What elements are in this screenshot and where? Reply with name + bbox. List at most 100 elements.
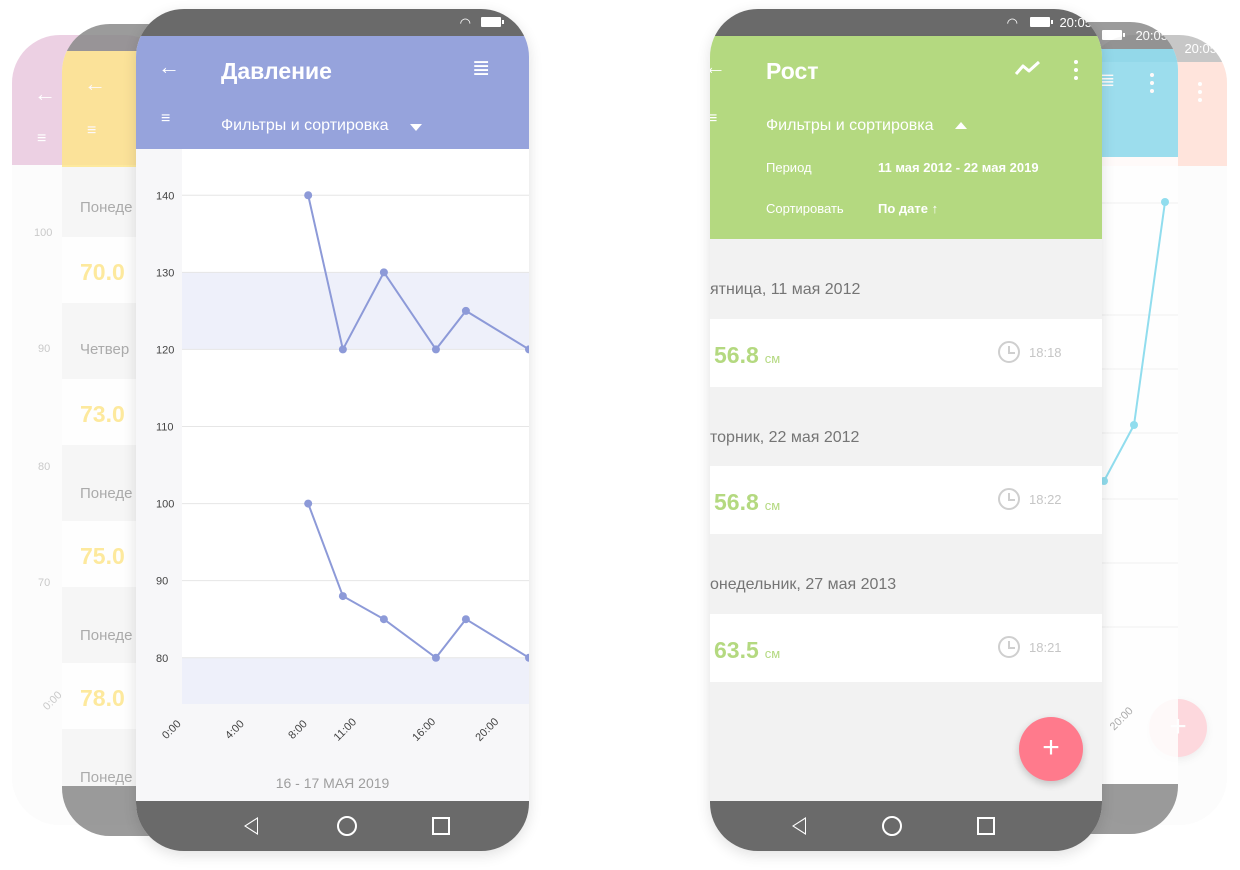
y-tick-label: 130 xyxy=(156,267,174,279)
entry-value: 63.5 см xyxy=(714,637,780,664)
growth-list: ятница, 11 мая 2012 56.8 см 18:18 торник,… xyxy=(710,239,1102,801)
phone-pressure: ◠ ← Давление ≣ ≡ Фильтры и сортировка 14… xyxy=(136,9,529,851)
filter-icon[interactable]: ≡ xyxy=(161,111,170,127)
normal-range-band xyxy=(182,657,529,704)
x-tick-label: 20:00 xyxy=(473,716,501,744)
period-label: Период xyxy=(766,160,812,175)
y-tick-label: 80 xyxy=(156,653,168,665)
entry-time: 18:21 xyxy=(1029,640,1062,655)
status-time: 20:05 xyxy=(1184,41,1217,56)
chevron-up-icon[interactable] xyxy=(955,122,967,129)
more-icon[interactable] xyxy=(1150,73,1154,93)
more-icon[interactable] xyxy=(1074,60,1078,80)
list-view-icon[interactable]: ≣ xyxy=(472,57,490,79)
nav-back-icon[interactable] xyxy=(792,817,806,835)
x-tick-label: 8:00 xyxy=(286,718,310,742)
filter-icon[interactable]: ≡ xyxy=(37,131,46,147)
growth-toolbar: ← Рост ≡ Фильтры и сортировка Период 11 … xyxy=(710,36,1102,239)
list-item[interactable]: 56.8 см 18:22 xyxy=(710,466,1102,534)
battery-icon xyxy=(1102,30,1125,40)
data-point xyxy=(304,191,313,200)
battery-icon xyxy=(1030,17,1053,27)
data-point xyxy=(304,499,313,508)
add-button[interactable]: + xyxy=(1019,717,1083,781)
filters-toggle[interactable]: Фильтры и сортировка xyxy=(766,117,934,135)
entry-unit: см xyxy=(764,498,781,513)
list-item[interactable]: 63.5 см 18:21 xyxy=(710,614,1102,682)
clock-icon xyxy=(998,341,1020,363)
entry-time: 18:18 xyxy=(1029,345,1062,360)
entry-number: 63.5 xyxy=(714,637,759,663)
data-point xyxy=(431,653,440,662)
day-header: ятница, 11 мая 2012 xyxy=(710,281,861,298)
status-time: 20:05 xyxy=(1135,28,1168,43)
entry-number: 56.8 xyxy=(714,489,759,515)
x-tick-label: 11:00 xyxy=(332,716,359,743)
app-showcase: ← ≡ 100 90 80 70 0:00 ← ≡ Понеде 70.0 Че… xyxy=(0,0,1240,870)
entry-value: 56.8 см xyxy=(714,342,780,369)
data-point xyxy=(1161,198,1169,206)
back-arrow-icon[interactable]: ← xyxy=(158,56,180,78)
entry-unit: см xyxy=(764,351,781,366)
nav-back-icon[interactable] xyxy=(244,817,258,835)
axis-tick: 100 xyxy=(34,227,53,239)
day-header: Понеде xyxy=(80,199,133,216)
wifi-icon: ◠ xyxy=(459,15,471,30)
day-header: Понеде xyxy=(80,485,133,502)
day-header: Понеде xyxy=(80,769,133,786)
page-title: Давление xyxy=(221,58,332,84)
entry-number: 56.8 xyxy=(714,342,759,368)
data-point xyxy=(461,306,470,315)
battery-icon xyxy=(481,17,504,27)
list-view-icon[interactable]: ≣ xyxy=(1100,71,1115,89)
clock-icon xyxy=(998,636,1020,658)
chevron-down-icon[interactable] xyxy=(410,124,422,131)
value: 75.0 xyxy=(80,543,125,569)
value: 78.0 xyxy=(80,685,125,711)
axis-tick: 70 xyxy=(38,577,51,589)
day-header: торник, 22 мая 2012 xyxy=(710,429,860,446)
period-value[interactable]: 11 мая 2012 - 22 мая 2019 xyxy=(878,160,1039,175)
back-arrow-icon[interactable]: ← xyxy=(84,73,106,95)
y-tick-label: 140 xyxy=(156,190,174,202)
data-point xyxy=(1130,421,1138,429)
nav-recent-icon[interactable] xyxy=(977,817,995,835)
sort-value[interactable]: По дате ↑ xyxy=(878,201,938,216)
status-bar: ◠ xyxy=(136,9,529,36)
axis-tick: 0:00 xyxy=(40,689,65,713)
axis-tick: 90 xyxy=(38,343,51,355)
data-point xyxy=(338,345,347,354)
nav-home-icon[interactable] xyxy=(337,816,357,836)
x-tick-label: 0:00 xyxy=(160,718,184,742)
status-time: 20:05 xyxy=(1059,15,1092,30)
value: 70.0 xyxy=(80,259,125,285)
normal-range-band xyxy=(182,272,529,350)
back-arrow-icon[interactable]: ← xyxy=(34,83,56,105)
back-arrow-icon[interactable]: ← xyxy=(710,56,726,78)
y-tick-label: 90 xyxy=(156,576,168,588)
chart-period-label: 16 - 17 МАЯ 2019 xyxy=(275,775,390,791)
y-tick-label: 110 xyxy=(156,422,174,434)
wifi-icon: ◠ xyxy=(1006,15,1018,30)
pressure-chart: 140 130 120 110 100 90 80 0:00 4:00 8:00 11:00 16:0… xyxy=(156,149,529,744)
day-header: онедельник, 27 мая 2013 xyxy=(710,576,897,593)
entry-value: 56.8 см xyxy=(714,489,780,516)
data-point xyxy=(379,268,388,277)
clock-icon xyxy=(998,488,1020,510)
filter-icon[interactable]: ≡ xyxy=(710,111,717,127)
y-tick-label: 100 xyxy=(156,499,174,511)
list-item[interactable]: 56.8 см 18:18 xyxy=(710,319,1102,387)
filters-toggle[interactable]: Фильтры и сортировка xyxy=(221,117,389,135)
nav-home-icon[interactable] xyxy=(882,816,902,836)
pressure-toolbar: ← Давление ≣ ≡ Фильтры и сортировка xyxy=(136,36,529,149)
x-tick-label: 16:00 xyxy=(410,716,438,744)
pressure-chart-panel: 140 130 120 110 100 90 80 0:00 4:00 8:00 11:00 16:0… xyxy=(136,149,529,809)
filter-icon[interactable]: ≡ xyxy=(87,123,96,139)
data-point xyxy=(338,592,347,601)
day-header: Четвер xyxy=(80,341,130,358)
chart-view-icon[interactable] xyxy=(1014,60,1042,76)
day-header: Понеде xyxy=(80,627,133,644)
nav-recent-icon[interactable] xyxy=(432,817,450,835)
nav-bar xyxy=(710,801,1102,851)
more-icon[interactable] xyxy=(1198,82,1202,102)
